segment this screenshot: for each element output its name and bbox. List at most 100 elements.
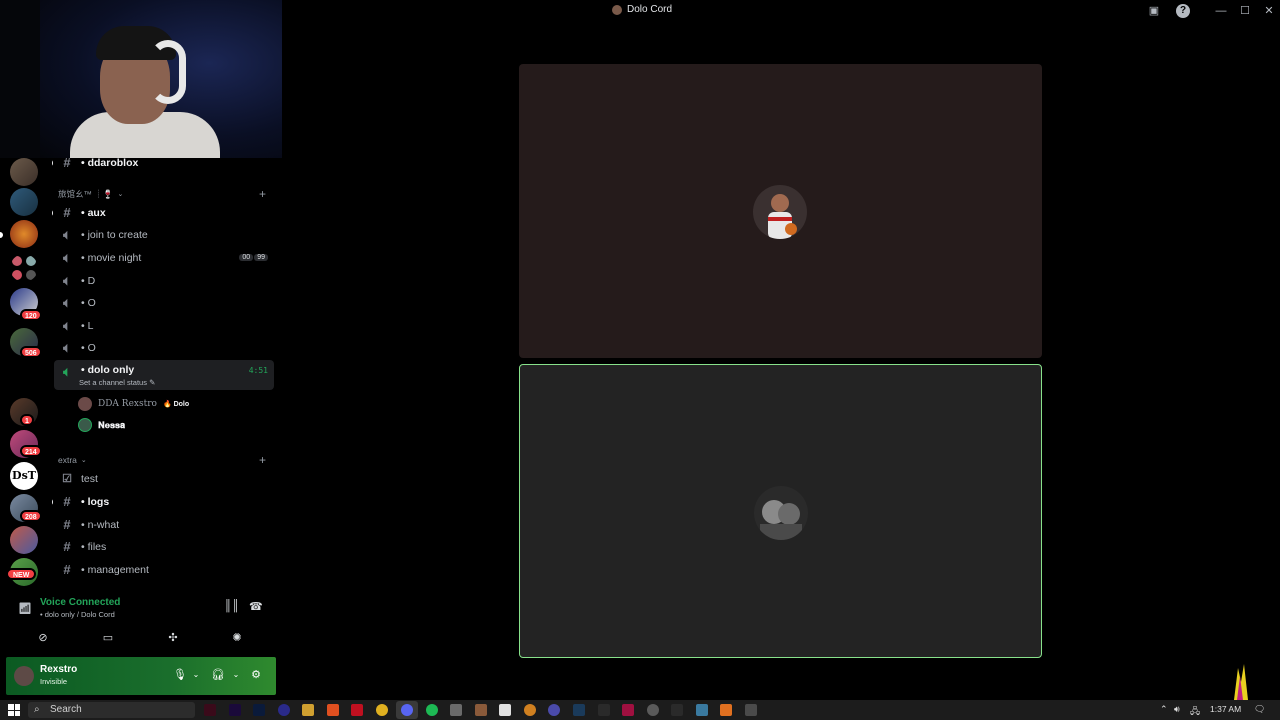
add-channel-icon[interactable]: + <box>259 187 266 201</box>
camera-off-icon[interactable]: ⊘ <box>33 628 53 648</box>
locked-speaker-icon: 🔈︎ <box>63 272 71 288</box>
app-icon[interactable] <box>696 704 708 716</box>
category-header[interactable]: extra ⌄ + <box>58 453 272 467</box>
avatar[interactable] <box>14 666 34 686</box>
server-icon[interactable] <box>10 220 38 248</box>
voice-user[interactable]: DDA Rexstro 🔥 Dolo <box>78 395 189 413</box>
rules-icon: ☑ <box>62 473 72 485</box>
channel-management[interactable]: # • management <box>54 559 274 580</box>
user-limit-badge: 00 99 <box>239 254 268 261</box>
disconnect-icon[interactable]: ☎ <box>249 600 263 613</box>
set-channel-status[interactable]: Set a channel status ✎ <box>79 378 155 387</box>
channel-n-what[interactable]: # • n-what <box>54 514 274 535</box>
steam-icon[interactable] <box>573 704 585 716</box>
voice-channel-movie-night[interactable]: 🔈︎ • movie night 00 99 <box>54 247 274 268</box>
spotify-icon[interactable] <box>426 704 438 716</box>
unread-indicator <box>52 497 53 506</box>
channel-logs[interactable]: # • logs <box>52 491 274 512</box>
app-icon[interactable] <box>450 704 462 716</box>
pencil-icon: ✎ <box>149 378 156 387</box>
voice-channel-join-to-create[interactable]: 🔈︎ • join to create <box>54 224 274 245</box>
headphones-icon[interactable]: 🎧︎ <box>210 667 226 683</box>
server-icon[interactable]: DsT <box>10 462 38 490</box>
call-timer: 4:51 <box>248 366 268 375</box>
windows-taskbar: ⌕ Search ⌃ 🔊︎ 🖧︎ 1:37 AM 🗨︎ <box>0 700 1280 720</box>
locked-speaker-icon: 🔈︎ <box>63 339 71 355</box>
close-icon[interactable]: ✕ <box>1262 4 1276 18</box>
add-channel-icon[interactable]: + <box>259 453 266 467</box>
participant-tile-speaking[interactable] <box>519 364 1042 658</box>
app-icon[interactable] <box>622 704 634 716</box>
hashtag-icon: # <box>63 494 71 509</box>
notification-badge: 214 <box>20 445 42 457</box>
server-icon[interactable] <box>10 158 38 186</box>
photoshop-icon[interactable] <box>253 704 265 716</box>
voice-status-title[interactable]: Voice Connected <box>40 597 120 608</box>
inbox-icon[interactable]: ▣ <box>1147 4 1161 18</box>
settings-gear-icon[interactable]: ⚙ <box>248 667 264 683</box>
notification-icon[interactable]: 🗨︎ <box>1254 704 1265 715</box>
volume-icon[interactable]: 🔊︎ <box>1174 704 1180 715</box>
maximize-icon[interactable]: ☐ <box>1238 4 1252 18</box>
noise-suppression-icon[interactable]: ║║ <box>224 600 240 612</box>
voice-status-subtitle[interactable]: • dolo only / Dolo Cord <box>40 610 115 619</box>
discord-icon[interactable] <box>401 704 413 716</box>
participant-tile[interactable] <box>519 64 1042 358</box>
notepad-icon[interactable] <box>499 704 511 716</box>
notification-badge: 506 <box>20 346 42 358</box>
channel-aux[interactable]: # • aux <box>52 202 274 223</box>
indesign-icon[interactable] <box>204 704 216 716</box>
file-explorer-icon[interactable] <box>302 704 314 716</box>
taskbar-search[interactable]: ⌕ Search <box>28 702 195 718</box>
chevron-down-icon[interactable]: ⌄ <box>188 667 204 683</box>
hashtag-icon: # <box>63 517 71 532</box>
locked-speaker-icon: 🔈︎ <box>63 294 71 310</box>
app-icon[interactable] <box>524 704 536 716</box>
app-icon[interactable] <box>671 704 683 716</box>
chevron-down-icon[interactable]: ⌄ <box>228 667 244 683</box>
server-icon[interactable] <box>10 526 38 554</box>
tray-chevron-icon[interactable]: ⌃ <box>1160 704 1168 715</box>
windows-start-icon[interactable] <box>8 704 20 716</box>
category-header[interactable]: 旅馆ㄠ™ ┊🍷 ⌄ + <box>58 187 272 201</box>
voice-user[interactable]: 𝐍𝐞𝐬𝐬𝐚 <box>78 416 125 434</box>
voice-channel-l[interactable]: 🔈︎ • L <box>54 315 274 336</box>
help-icon[interactable]: ? <box>1176 4 1190 18</box>
voice-channel-d[interactable]: 🔈︎ • D <box>54 270 274 291</box>
soundboard-icon[interactable]: ✺ <box>227 628 247 648</box>
server-icon[interactable] <box>10 188 38 216</box>
brave-icon[interactable] <box>327 704 339 716</box>
voice-channel-o2[interactable]: 🔈︎ • O <box>54 337 274 358</box>
app-icon[interactable] <box>598 704 610 716</box>
minimize-icon[interactable]: — <box>1214 4 1228 18</box>
voice-channel-o[interactable]: 🔈︎ • O <box>54 292 274 313</box>
app-icon[interactable] <box>745 704 757 716</box>
channel-list: # • ddaroblox 旅馆ㄠ™ ┊🍷 ⌄ + # • aux 🔈︎ • j… <box>52 152 276 592</box>
adobe-icon[interactable] <box>351 704 363 716</box>
server-folder-icon[interactable] <box>10 254 38 282</box>
channel-files[interactable]: # • files <box>54 536 274 557</box>
voice-channel-dolo-only[interactable]: 🔈︎ • dolo only 4:51 Set a channel status… <box>54 360 274 390</box>
hashtag-icon: # <box>63 562 71 577</box>
app-icon[interactable] <box>475 704 487 716</box>
app-icon[interactable] <box>376 704 388 716</box>
taskbar-clock[interactable]: 1:37 AM <box>1210 704 1241 714</box>
hashtag-icon: # <box>63 539 71 554</box>
search-app-icon[interactable] <box>720 704 732 716</box>
network-icon[interactable]: 🖧︎ <box>1190 704 1200 720</box>
premiere-icon[interactable] <box>229 704 241 716</box>
app-icon[interactable] <box>647 704 659 716</box>
signal-icon[interactable]: 📶︎ <box>18 602 32 615</box>
activities-icon[interactable]: ✣ <box>163 628 183 648</box>
chevron-down-icon: ⌄ <box>117 191 124 198</box>
channel-test[interactable]: ☑ test <box>54 468 274 489</box>
notification-badge: 1 <box>20 414 34 426</box>
microphone-icon[interactable]: 🎙︎ <box>172 667 188 683</box>
channel-ddaroblox[interactable]: # • ddaroblox <box>52 152 274 173</box>
screen-share-icon[interactable]: ▭ <box>98 628 118 648</box>
app-icon[interactable] <box>278 704 290 716</box>
search-icon: ⌕ <box>34 704 40 715</box>
app-icon[interactable] <box>548 704 560 716</box>
username[interactable]: Rexstro <box>40 664 77 675</box>
speaker-icon: 🔈︎ <box>63 364 71 379</box>
